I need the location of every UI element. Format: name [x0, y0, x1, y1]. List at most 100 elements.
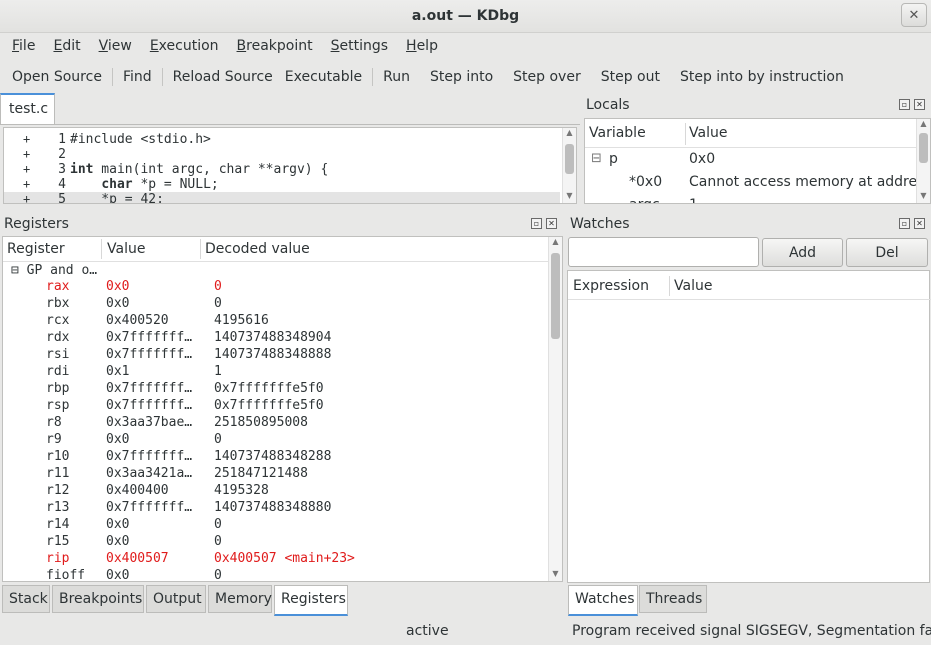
tab-watches[interactable]: Watches: [568, 585, 638, 616]
step-into-instruction-button[interactable]: Step into by instruction: [670, 69, 854, 85]
register-row[interactable]: rbx 0x0 0: [3, 296, 543, 313]
locals-row[interactable]: *0x0 Cannot access memory at addre…: [585, 174, 930, 194]
watches-list[interactable]: Expression Value: [567, 270, 931, 583]
scroll-down-icon[interactable]: ▼: [549, 569, 562, 581]
status-message: Program received signal SIGSEGV, Segment…: [572, 623, 931, 639]
float-icon[interactable]: ▫: [899, 218, 910, 229]
menu-file[interactable]: File: [12, 33, 35, 60]
column-expression[interactable]: Expression: [573, 278, 649, 294]
tab-test-c[interactable]: test.c: [0, 93, 55, 125]
tab-registers[interactable]: Registers: [274, 585, 348, 616]
close-icon[interactable]: ✕: [901, 3, 927, 27]
source-editor[interactable]: +1 #include <stdio.h> +2 +3 int main(int arg…: [3, 127, 577, 204]
register-row[interactable]: rsi 0x7fffffff… 140737488348888: [3, 347, 543, 364]
menu-settings[interactable]: Settings: [331, 33, 388, 60]
menu-help[interactable]: Help: [406, 33, 438, 60]
register-row[interactable]: r10 0x7fffffff… 140737488348288: [3, 449, 543, 466]
locals-row[interactable]: ⊟ p 0x0: [585, 151, 915, 171]
register-decoded: 140737488348904: [214, 330, 332, 345]
menu-mnemonic: E: [53, 38, 63, 54]
menu-execution[interactable]: Execution: [150, 33, 219, 60]
collapse-icon[interactable]: ⊟: [11, 263, 19, 278]
run-button[interactable]: Run: [373, 69, 420, 85]
float-icon[interactable]: ▫: [531, 218, 542, 229]
collapse-icon[interactable]: ⊟: [591, 151, 602, 166]
locals-scrollbar[interactable]: ▲ ▼: [916, 119, 930, 203]
line-expand-icon[interactable]: +: [23, 192, 30, 203]
menu-label: elp: [416, 38, 438, 54]
step-out-button[interactable]: Step out: [591, 69, 670, 85]
line-expand-icon[interactable]: +: [23, 132, 30, 146]
registers-scrollbar[interactable]: ▲ ▼: [548, 237, 562, 581]
close-icon[interactable]: ✕: [914, 99, 925, 110]
register-row[interactable]: r13 0x7fffffff… 140737488348880: [3, 500, 543, 517]
column-value[interactable]: Value: [674, 278, 712, 294]
register-group[interactable]: ⊟ GP and o…: [11, 263, 97, 278]
scroll-down-icon[interactable]: ▼: [563, 191, 576, 203]
column-register[interactable]: Register: [7, 241, 65, 257]
scroll-thumb[interactable]: [565, 144, 574, 174]
executable-button[interactable]: Executable: [281, 69, 372, 85]
line-expand-icon[interactable]: +: [23, 177, 30, 191]
registers-tree[interactable]: Register Value Decoded value ⊟ GP and o……: [2, 236, 563, 582]
register-row[interactable]: r11 0x3aa3421a… 251847121488: [3, 466, 543, 483]
menu-edit[interactable]: Edit: [53, 33, 80, 60]
source-line[interactable]: +4 char *p = NULL;: [4, 177, 560, 192]
register-value: 0x3aa3421a…: [106, 466, 193, 481]
watch-expression-input[interactable]: [568, 237, 759, 267]
scroll-up-icon[interactable]: ▲: [563, 128, 576, 140]
tab-breakpoints[interactable]: Breakpoints: [52, 585, 144, 613]
scroll-up-icon[interactable]: ▲: [917, 119, 930, 131]
window-title: a.out — KDbg: [411, 8, 520, 24]
scroll-thumb[interactable]: [551, 253, 560, 339]
register-row[interactable]: rsp 0x7fffffff… 0x7fffffffe5f0: [3, 398, 543, 415]
column-value[interactable]: Value: [689, 125, 727, 141]
source-line[interactable]: +3 int main(int argc, char **argv) {: [4, 162, 560, 177]
del-button[interactable]: Del: [846, 238, 928, 267]
step-over-button[interactable]: Step over: [503, 69, 591, 85]
register-row[interactable]: rdi 0x1 1: [3, 364, 543, 381]
register-row[interactable]: r9 0x0 0: [3, 432, 543, 449]
register-row[interactable]: r12 0x400400 4195328: [3, 483, 543, 500]
register-row[interactable]: rbp 0x7fffffff… 0x7fffffffe5f0: [3, 381, 543, 398]
float-icon[interactable]: ▫: [899, 99, 910, 110]
register-row[interactable]: r14 0x0 0: [3, 517, 543, 534]
line-expand-icon[interactable]: +: [23, 147, 30, 161]
column-variable[interactable]: Variable: [589, 125, 646, 141]
menu-breakpoint[interactable]: Breakpoint: [237, 33, 313, 60]
source-line[interactable]: +5 *p = 42;: [4, 192, 560, 203]
tab-threads[interactable]: Threads: [639, 585, 707, 613]
scroll-down-icon[interactable]: ▼: [917, 191, 930, 203]
register-row[interactable]: rip 0x400507 0x400507 <main+23>: [3, 551, 543, 568]
find-button[interactable]: Find: [113, 69, 162, 85]
register-row[interactable]: r8 0x3aa37bae… 251850895008: [3, 415, 543, 432]
editor-scrollbar[interactable]: ▲ ▼: [562, 128, 576, 203]
register-row[interactable]: rdx 0x7fffffff… 140737488348904: [3, 330, 543, 347]
scroll-up-icon[interactable]: ▲: [549, 237, 562, 249]
register-row[interactable]: rax 0x0 0: [3, 279, 543, 296]
close-icon[interactable]: ✕: [914, 218, 925, 229]
tab-output[interactable]: Output: [146, 585, 206, 613]
tab-memory[interactable]: Memory: [208, 585, 272, 613]
menu-view[interactable]: View: [99, 33, 132, 60]
step-into-button[interactable]: Step into: [420, 69, 503, 85]
reload-source-button[interactable]: Reload Source: [163, 69, 281, 85]
scroll-thumb[interactable]: [919, 133, 928, 163]
register-value: 0x7fffffff…: [106, 500, 193, 515]
source-line[interactable]: +1 #include <stdio.h>: [4, 132, 560, 147]
column-decoded-value[interactable]: Decoded value: [205, 241, 310, 257]
add-button[interactable]: Add: [762, 238, 843, 267]
register-row[interactable]: rcx 0x400520 4195616: [3, 313, 543, 330]
locals-row[interactable]: argc 1: [585, 197, 915, 203]
tab-stack[interactable]: Stack: [2, 585, 50, 613]
close-icon[interactable]: ✕: [546, 218, 557, 229]
locals-tree[interactable]: Variable Value ⊟ p 0x0 *0x0 Cannot access me…: [584, 118, 931, 204]
source-line[interactable]: +2: [4, 147, 560, 162]
register-row[interactable]: r15 0x0 0: [3, 534, 543, 551]
register-row[interactable]: fioff 0x0 0: [3, 568, 543, 581]
menu-label: dit: [62, 38, 81, 54]
column-value[interactable]: Value: [107, 241, 145, 257]
line-expand-icon[interactable]: +: [23, 162, 30, 176]
line-number: 4: [58, 177, 66, 192]
open-source-button[interactable]: Open Source: [0, 69, 112, 85]
